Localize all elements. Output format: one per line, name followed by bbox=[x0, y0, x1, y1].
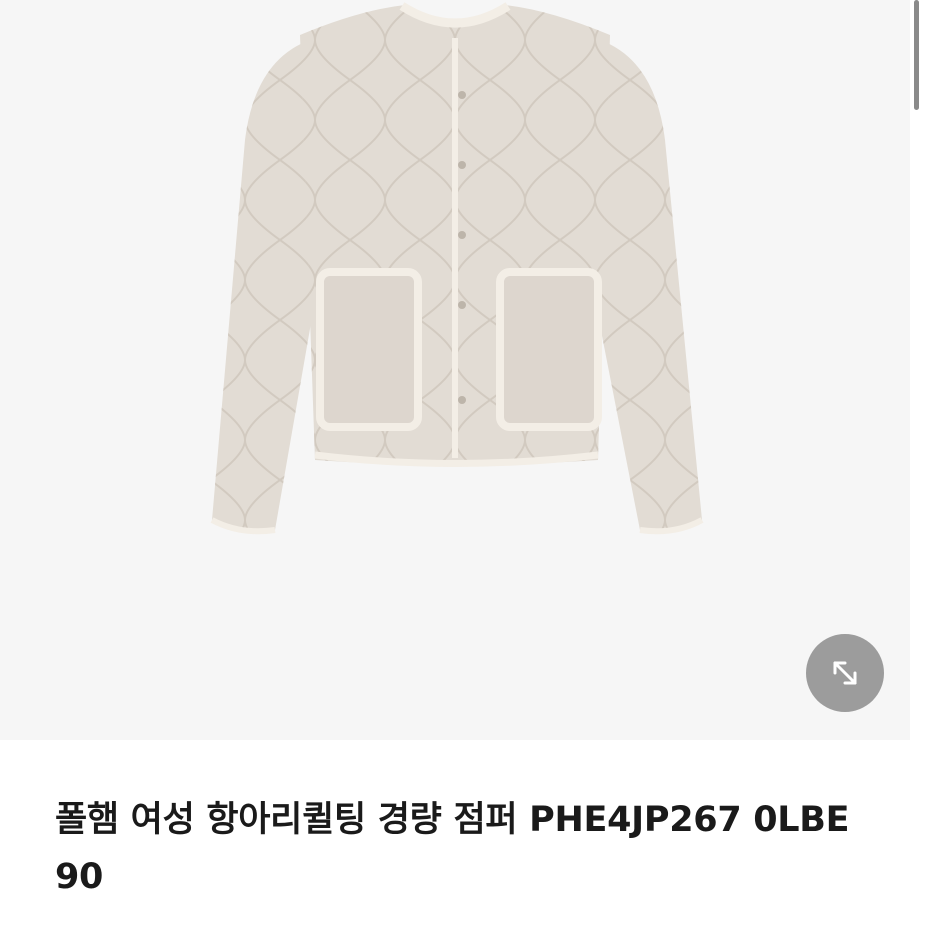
product-title: 폴햄 여성 항아리퀼팅 경량 점퍼 PHE4JP267 0LBE 90 bbox=[55, 800, 850, 897]
scrollbar[interactable] bbox=[910, 0, 925, 925]
jacket-left-pocket bbox=[316, 268, 422, 431]
jacket-right-pocket bbox=[496, 268, 602, 431]
product-image bbox=[210, 2, 704, 535]
expand-arrows-icon bbox=[833, 661, 857, 685]
scrollbar-thumb[interactable] bbox=[914, 0, 919, 110]
expand-image-button[interactable] bbox=[806, 634, 884, 712]
product-info: 폴햄 여성 항아리퀼팅 경량 점퍼 PHE4JP267 0LBE 90 bbox=[0, 740, 910, 925]
product-image-area[interactable] bbox=[0, 0, 910, 740]
